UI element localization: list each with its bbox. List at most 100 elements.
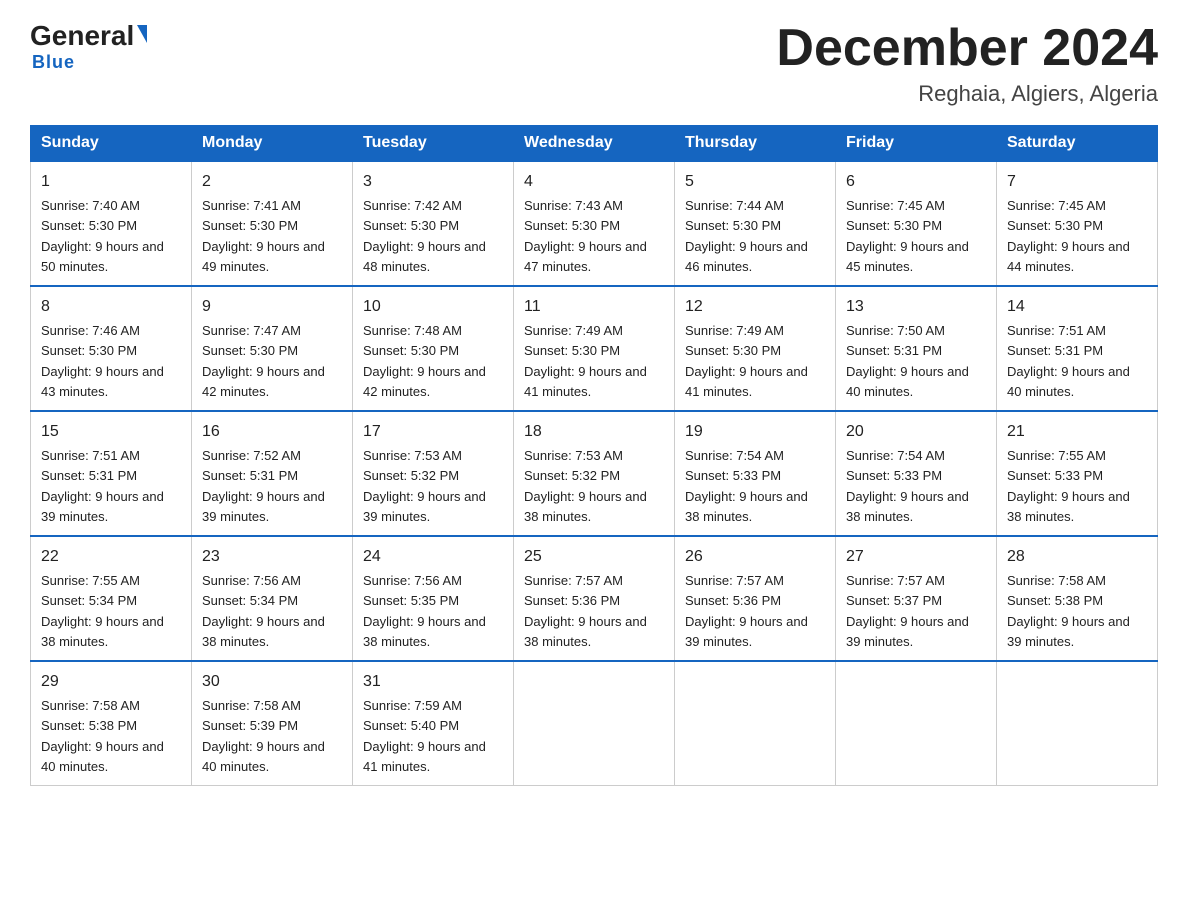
- day-number: 13: [846, 295, 986, 319]
- day-info: Sunrise: 7:44 AMSunset: 5:30 PMDaylight:…: [685, 198, 808, 274]
- day-info: Sunrise: 7:42 AMSunset: 5:30 PMDaylight:…: [363, 198, 486, 274]
- day-info: Sunrise: 7:51 AMSunset: 5:31 PMDaylight:…: [41, 448, 164, 524]
- calendar-cell: 2 Sunrise: 7:41 AMSunset: 5:30 PMDaylight…: [192, 161, 353, 286]
- calendar-cell: 27 Sunrise: 7:57 AMSunset: 5:37 PMDayligh…: [836, 536, 997, 661]
- day-number: 6: [846, 170, 986, 194]
- day-info: Sunrise: 7:58 AMSunset: 5:38 PMDaylight:…: [41, 698, 164, 774]
- day-number: 21: [1007, 420, 1147, 444]
- day-info: Sunrise: 7:58 AMSunset: 5:38 PMDaylight:…: [1007, 573, 1130, 649]
- day-info: Sunrise: 7:49 AMSunset: 5:30 PMDaylight:…: [524, 323, 647, 399]
- day-info: Sunrise: 7:51 AMSunset: 5:31 PMDaylight:…: [1007, 323, 1130, 399]
- week-row-3: 15 Sunrise: 7:51 AMSunset: 5:31 PMDayligh…: [31, 411, 1158, 536]
- day-info: Sunrise: 7:55 AMSunset: 5:33 PMDaylight:…: [1007, 448, 1130, 524]
- calendar-cell: 31 Sunrise: 7:59 AMSunset: 5:40 PMDayligh…: [353, 661, 514, 786]
- calendar-cell: 28 Sunrise: 7:58 AMSunset: 5:38 PMDayligh…: [997, 536, 1158, 661]
- calendar-header-row: SundayMondayTuesdayWednesdayThursdayFrid…: [31, 126, 1158, 162]
- day-info: Sunrise: 7:54 AMSunset: 5:33 PMDaylight:…: [685, 448, 808, 524]
- day-number: 27: [846, 545, 986, 569]
- day-info: Sunrise: 7:56 AMSunset: 5:34 PMDaylight:…: [202, 573, 325, 649]
- calendar-cell: 11Sunrise: 7:49 AMSunset: 5:30 PMDayligh…: [514, 286, 675, 411]
- day-info: Sunrise: 7:54 AMSunset: 5:33 PMDaylight:…: [846, 448, 969, 524]
- day-info: Sunrise: 7:45 AMSunset: 5:30 PMDaylight:…: [1007, 198, 1130, 274]
- day-info: Sunrise: 7:56 AMSunset: 5:35 PMDaylight:…: [363, 573, 486, 649]
- day-number: 3: [363, 170, 503, 194]
- day-info: Sunrise: 7:55 AMSunset: 5:34 PMDaylight:…: [41, 573, 164, 649]
- header-tuesday: Tuesday: [353, 126, 514, 162]
- day-info: Sunrise: 7:41 AMSunset: 5:30 PMDaylight:…: [202, 198, 325, 274]
- calendar-cell: [997, 661, 1158, 786]
- calendar-cell: 9 Sunrise: 7:47 AMSunset: 5:30 PMDaylight…: [192, 286, 353, 411]
- calendar-cell: 26 Sunrise: 7:57 AMSunset: 5:36 PMDayligh…: [675, 536, 836, 661]
- day-info: Sunrise: 7:57 AMSunset: 5:36 PMDaylight:…: [524, 573, 647, 649]
- calendar-cell: 30 Sunrise: 7:58 AMSunset: 5:39 PMDayligh…: [192, 661, 353, 786]
- day-number: 29: [41, 670, 181, 694]
- day-info: Sunrise: 7:57 AMSunset: 5:36 PMDaylight:…: [685, 573, 808, 649]
- logo-blue-text: Blue: [32, 52, 75, 73]
- header-wednesday: Wednesday: [514, 126, 675, 162]
- calendar-cell: 6 Sunrise: 7:45 AMSunset: 5:30 PMDaylight…: [836, 161, 997, 286]
- page-header: General Blue December 2024 Reghaia, Algi…: [30, 20, 1158, 107]
- title-block: December 2024 Reghaia, Algiers, Algeria: [776, 20, 1158, 107]
- calendar-cell: 12Sunrise: 7:49 AMSunset: 5:30 PMDayligh…: [675, 286, 836, 411]
- day-number: 18: [524, 420, 664, 444]
- calendar-cell: 17 Sunrise: 7:53 AMSunset: 5:32 PMDayligh…: [353, 411, 514, 536]
- day-number: 9: [202, 295, 342, 319]
- calendar-cell: 19 Sunrise: 7:54 AMSunset: 5:33 PMDayligh…: [675, 411, 836, 536]
- calendar-subtitle: Reghaia, Algiers, Algeria: [776, 81, 1158, 107]
- calendar-cell: 4 Sunrise: 7:43 AMSunset: 5:30 PMDaylight…: [514, 161, 675, 286]
- calendar-cell: 10 Sunrise: 7:48 AMSunset: 5:30 PMDayligh…: [353, 286, 514, 411]
- week-row-5: 29 Sunrise: 7:58 AMSunset: 5:38 PMDayligh…: [31, 661, 1158, 786]
- calendar-cell: 3 Sunrise: 7:42 AMSunset: 5:30 PMDaylight…: [353, 161, 514, 286]
- day-number: 24: [363, 545, 503, 569]
- calendar-cell: 8Sunrise: 7:46 AMSunset: 5:30 PMDaylight…: [31, 286, 192, 411]
- calendar-cell: 5Sunrise: 7:44 AMSunset: 5:30 PMDaylight…: [675, 161, 836, 286]
- day-number: 19: [685, 420, 825, 444]
- day-number: 4: [524, 170, 664, 194]
- calendar-cell: 23 Sunrise: 7:56 AMSunset: 5:34 PMDayligh…: [192, 536, 353, 661]
- day-info: Sunrise: 7:58 AMSunset: 5:39 PMDaylight:…: [202, 698, 325, 774]
- day-number: 2: [202, 170, 342, 194]
- day-number: 15: [41, 420, 181, 444]
- calendar-cell: [836, 661, 997, 786]
- calendar-table: SundayMondayTuesdayWednesdayThursdayFrid…: [30, 125, 1158, 786]
- day-info: Sunrise: 7:40 AMSunset: 5:30 PMDaylight:…: [41, 198, 164, 274]
- week-row-1: 1Sunrise: 7:40 AMSunset: 5:30 PMDaylight…: [31, 161, 1158, 286]
- day-number: 31: [363, 670, 503, 694]
- day-info: Sunrise: 7:48 AMSunset: 5:30 PMDaylight:…: [363, 323, 486, 399]
- header-monday: Monday: [192, 126, 353, 162]
- day-info: Sunrise: 7:50 AMSunset: 5:31 PMDaylight:…: [846, 323, 969, 399]
- day-info: Sunrise: 7:43 AMSunset: 5:30 PMDaylight:…: [524, 198, 647, 274]
- calendar-cell: 25Sunrise: 7:57 AMSunset: 5:36 PMDayligh…: [514, 536, 675, 661]
- day-number: 16: [202, 420, 342, 444]
- day-info: Sunrise: 7:59 AMSunset: 5:40 PMDaylight:…: [363, 698, 486, 774]
- calendar-cell: 16 Sunrise: 7:52 AMSunset: 5:31 PMDayligh…: [192, 411, 353, 536]
- calendar-cell: 24 Sunrise: 7:56 AMSunset: 5:35 PMDayligh…: [353, 536, 514, 661]
- logo-triangle-icon: [137, 25, 147, 43]
- day-number: 28: [1007, 545, 1147, 569]
- week-row-4: 22Sunrise: 7:55 AMSunset: 5:34 PMDayligh…: [31, 536, 1158, 661]
- calendar-cell: 29 Sunrise: 7:58 AMSunset: 5:38 PMDayligh…: [31, 661, 192, 786]
- header-thursday: Thursday: [675, 126, 836, 162]
- calendar-cell: 15 Sunrise: 7:51 AMSunset: 5:31 PMDayligh…: [31, 411, 192, 536]
- day-info: Sunrise: 7:47 AMSunset: 5:30 PMDaylight:…: [202, 323, 325, 399]
- calendar-cell: 14Sunrise: 7:51 AMSunset: 5:31 PMDayligh…: [997, 286, 1158, 411]
- day-number: 23: [202, 545, 342, 569]
- day-number: 8: [41, 295, 181, 319]
- calendar-cell: 13 Sunrise: 7:50 AMSunset: 5:31 PMDayligh…: [836, 286, 997, 411]
- logo: General Blue: [30, 20, 147, 73]
- header-friday: Friday: [836, 126, 997, 162]
- day-info: Sunrise: 7:52 AMSunset: 5:31 PMDaylight:…: [202, 448, 325, 524]
- day-number: 26: [685, 545, 825, 569]
- header-sunday: Sunday: [31, 126, 192, 162]
- day-info: Sunrise: 7:53 AMSunset: 5:32 PMDaylight:…: [363, 448, 486, 524]
- day-info: Sunrise: 7:45 AMSunset: 5:30 PMDaylight:…: [846, 198, 969, 274]
- day-info: Sunrise: 7:57 AMSunset: 5:37 PMDaylight:…: [846, 573, 969, 649]
- calendar-title: December 2024: [776, 20, 1158, 77]
- day-number: 30: [202, 670, 342, 694]
- day-number: 17: [363, 420, 503, 444]
- day-number: 10: [363, 295, 503, 319]
- logo-general-text: General: [30, 20, 134, 52]
- calendar-cell: [675, 661, 836, 786]
- calendar-cell: 22Sunrise: 7:55 AMSunset: 5:34 PMDayligh…: [31, 536, 192, 661]
- calendar-cell: 7Sunrise: 7:45 AMSunset: 5:30 PMDaylight…: [997, 161, 1158, 286]
